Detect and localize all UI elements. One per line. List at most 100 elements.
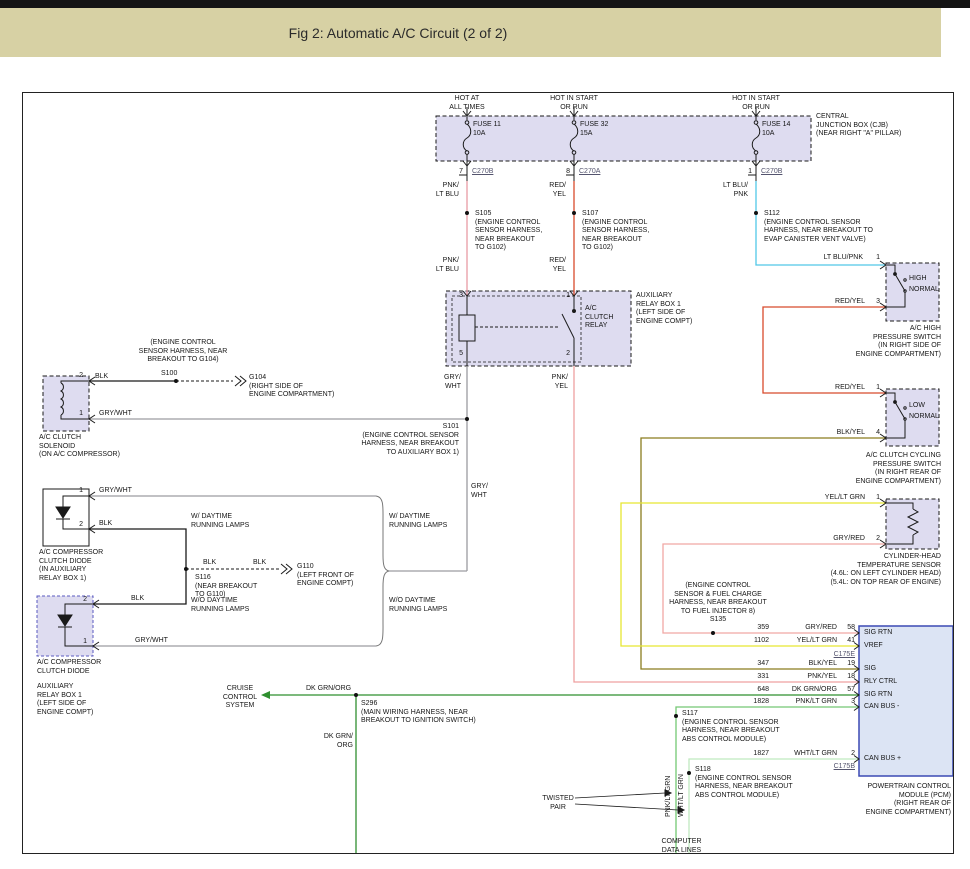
low-switch-pos-normal: NORMAL bbox=[909, 413, 939, 422]
high-switch-pos-high: HIGH bbox=[909, 275, 927, 284]
circuit-number: 347 bbox=[733, 660, 769, 669]
low-switch-pin-4: 4 bbox=[868, 429, 880, 438]
wire-label-gry-wht: GRY/WHT bbox=[99, 410, 132, 419]
diode1-pin-2: 2 bbox=[73, 521, 83, 530]
wire-color: PNK/LT GRN bbox=[771, 698, 837, 707]
figure-title: Fig 2: Automatic A/C Circuit (2 of 2) bbox=[289, 25, 508, 41]
pcm-pin: 41 bbox=[841, 637, 855, 646]
wire-color: WHT/LT GRN bbox=[771, 750, 837, 759]
circuit-number: 1827 bbox=[733, 750, 769, 759]
with-drl-note: W/ DAYTIME RUNNING LAMPS bbox=[389, 513, 459, 530]
wire-label-red-yel: RED/ YEL bbox=[522, 257, 566, 274]
high-switch-pos-normal: NORMAL bbox=[909, 286, 939, 295]
connector-link-c270a[interactable]: C270A bbox=[579, 168, 600, 177]
splice-s116-label: S116 (NEAR BREAKOUT TO G110) bbox=[195, 574, 275, 600]
relay-pin-1: 1 bbox=[558, 292, 570, 301]
power-feed-label: HOT IN START OR RUN bbox=[721, 95, 791, 112]
pcm-signal: SIG RTN bbox=[864, 691, 892, 700]
cycling-pressure-switch-label: A/C CLUTCH CYCLING PRESSURE SWITCH (IN R… bbox=[811, 452, 941, 486]
low-switch-pin-1: 1 bbox=[868, 384, 880, 393]
splice-s100-label: S100 bbox=[161, 370, 177, 379]
ac-clutch-relay-label: A/C CLUTCH RELAY bbox=[585, 305, 630, 331]
top-window-bar bbox=[0, 0, 970, 8]
pcm-pin: 19 bbox=[841, 660, 855, 669]
wire-label-blk-yel: BLK/YEL bbox=[809, 429, 865, 438]
splice-s118-dot bbox=[687, 771, 691, 775]
splice-s107-label: S107 (ENGINE CONTROL SENSOR HARNESS, NEA… bbox=[582, 210, 667, 253]
fuse-11-label: FUSE 11 10A bbox=[473, 121, 501, 138]
pcm-pin: 3 bbox=[841, 698, 855, 707]
clutch-diode1-box bbox=[43, 489, 89, 546]
pcm-signal: CAN BUS + bbox=[864, 755, 901, 764]
splice-s101-dot bbox=[465, 417, 469, 421]
wire-label-pnk-yel: PNK/ YEL bbox=[524, 374, 568, 391]
connector-link-c270b-2[interactable]: C270B bbox=[761, 168, 782, 177]
wire-label-pnk-lt-blu: PNK/ LT BLU bbox=[415, 257, 459, 274]
wire-label-blk: BLK bbox=[131, 595, 144, 604]
solenoid-pin-2: 2 bbox=[73, 372, 83, 381]
cjb-label: CENTRAL JUNCTION BOX (CJB) (NEAR RIGHT "… bbox=[816, 113, 951, 139]
wire-label-wht-lt-grn: WHT/LT GRN bbox=[678, 774, 687, 817]
wire-label-dk-grn-org: DK GRN/ORG bbox=[306, 685, 351, 694]
splice-s135-label: (ENGINE CONTROL SENSOR & FUEL CHARGE HAR… bbox=[667, 582, 769, 625]
wire-label-blk: BLK bbox=[95, 373, 108, 382]
pcm-pin: 18 bbox=[841, 673, 855, 682]
circuit-number: 331 bbox=[733, 673, 769, 682]
ac-clutch-solenoid-label: A/C CLUTCH SOLENOID (ON A/C COMPRESSOR) bbox=[39, 434, 139, 460]
figure-title-bar: Fig 2: Automatic A/C Circuit (2 of 2) bbox=[0, 8, 941, 57]
solenoid-pin-1: 1 bbox=[73, 410, 83, 419]
splice-s107-dot bbox=[572, 211, 576, 215]
fuse-14-label: FUSE 14 10A bbox=[762, 121, 790, 138]
wire-label-blk: BLK bbox=[99, 520, 112, 529]
splice-s101-label: S101 (ENGINE CONTROL SENSOR HARNESS, NEA… bbox=[329, 423, 459, 457]
connector-link-c270b[interactable]: C270B bbox=[472, 168, 493, 177]
connector-pin: 1 bbox=[738, 168, 752, 177]
wire-label-red-yel: RED/YEL bbox=[813, 384, 865, 393]
splice-s117-label: S117 (ENGINE CONTROL SENSOR HARNESS, NEA… bbox=[682, 710, 807, 744]
splice-s296-label: S296 (MAIN WIRING HARNESS, NEAR BREAKOUT… bbox=[361, 700, 496, 726]
ground-g104-label: G104 (RIGHT SIDE OF ENGINE COMPARTMENT) bbox=[249, 374, 359, 400]
ground-g110-label: G110 (LEFT FRONT OF ENGINE COMPT) bbox=[297, 563, 392, 589]
splice-s105-label: S105 (ENGINE CONTROL SENSOR HARNESS, NEA… bbox=[475, 210, 560, 253]
wire-label-red-yel: RED/ YEL bbox=[522, 182, 566, 199]
connector-link-c175e[interactable]: C175E bbox=[785, 651, 855, 660]
connector-pin: 7 bbox=[449, 168, 463, 177]
high-switch-pin-1: 1 bbox=[868, 254, 880, 263]
diode2-pin-2: 2 bbox=[77, 596, 87, 605]
cruise-arrowhead bbox=[261, 691, 270, 699]
clutch-diode2-location: AUXILIARY RELAY BOX 1 (LEFT SIDE OF ENGI… bbox=[37, 683, 137, 717]
pcm-signal: RLY CTRL bbox=[864, 678, 897, 687]
wire-label-yel-lt-grn: YEL/LT GRN bbox=[793, 494, 865, 503]
pcm-signal: CAN BUS - bbox=[864, 703, 899, 712]
pcm-signal: SIG RTN bbox=[864, 629, 892, 638]
wire-label-gry-red: GRY/RED bbox=[809, 535, 865, 544]
cruise-control-label: CRUISE CONTROL SYSTEM bbox=[221, 685, 259, 711]
wire-label-dk-grn-org: DK GRN/ ORG bbox=[315, 733, 353, 750]
wire-label-blk: BLK bbox=[203, 559, 216, 568]
temp-sensor-label: CYLINDER-HEAD TEMPERATURE SENSOR (4.6L: … bbox=[803, 553, 941, 587]
wire-label-lt-blu-pnk: LT BLU/PNK bbox=[778, 254, 863, 263]
splice-s135-dot bbox=[711, 631, 715, 635]
splice-s112-dot bbox=[754, 211, 758, 215]
pcm-pin: 57 bbox=[841, 686, 855, 695]
pcm-label: POWERTRAIN CONTROL MODULE (PCM) (RIGHT R… bbox=[819, 783, 951, 817]
circuit-number: 359 bbox=[733, 624, 769, 633]
wire-label-gry-wht: GRY/WHT bbox=[99, 487, 132, 496]
wire-label-blk: BLK bbox=[253, 559, 266, 568]
fuse-32-label: FUSE 32 15A bbox=[580, 121, 608, 138]
low-switch-pos-low: LOW bbox=[909, 402, 925, 411]
circuit-number: 1828 bbox=[733, 698, 769, 707]
relay-pin-2: 2 bbox=[558, 350, 570, 359]
power-feed-label: HOT AT ALL TIMES bbox=[437, 95, 497, 112]
splice-s105-dot bbox=[465, 211, 469, 215]
wiring-diagram: HOT AT ALL TIMES HOT IN START OR RUN HOT… bbox=[22, 92, 954, 854]
circuit-number: 648 bbox=[733, 686, 769, 695]
high-switch-pin-3: 3 bbox=[868, 298, 880, 307]
splice-s117-dot bbox=[674, 714, 678, 718]
ac-clutch-solenoid-box bbox=[43, 376, 89, 431]
wire-color: YEL/LT GRN bbox=[771, 637, 837, 646]
circuit-number: 1102 bbox=[733, 637, 769, 646]
pcm-pin: 58 bbox=[841, 624, 855, 633]
pcm-signal: SIG bbox=[864, 665, 876, 674]
without-drl-note: W/O DAYTIME RUNNING LAMPS bbox=[389, 597, 463, 614]
